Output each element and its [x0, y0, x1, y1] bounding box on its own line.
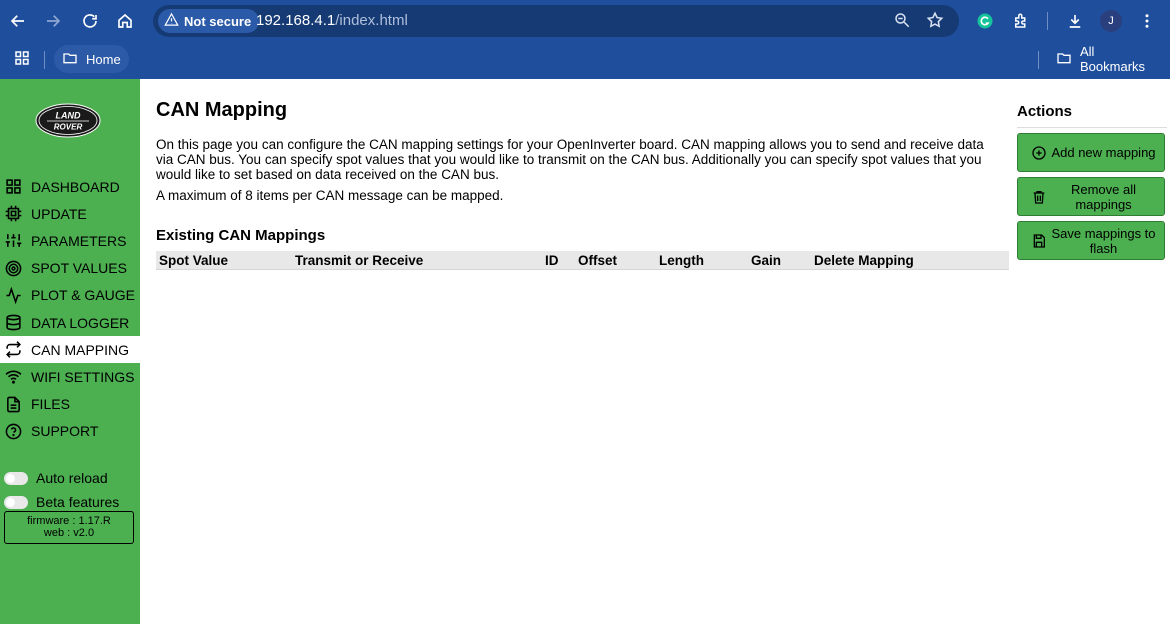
home-button[interactable] — [110, 6, 140, 36]
chip-icon — [5, 205, 22, 222]
bookmarks-divider — [44, 51, 45, 69]
save-mappings-button[interactable]: Save mappings to flash — [1017, 221, 1165, 260]
save-icon — [1031, 233, 1047, 249]
land-rover-logo: LAND ROVER — [35, 103, 101, 138]
remove-all-mappings-button[interactable]: Remove all mappings — [1017, 177, 1165, 216]
sidebar-item-label: SPOT VALUES — [31, 260, 127, 277]
sidebar-item-dashboard[interactable]: DASHBOARD — [0, 173, 140, 200]
apps-icon[interactable] — [7, 43, 37, 73]
sidebar-item-spot-values[interactable]: SPOT VALUES — [0, 255, 140, 282]
activity-icon — [5, 286, 22, 304]
sidebar-item-label: DASHBOARD — [31, 178, 120, 195]
column-length: Length — [659, 253, 704, 268]
column-id: ID — [545, 253, 559, 268]
beta-features-toggle-row[interactable]: Beta features — [4, 494, 119, 510]
bookmarks-divider-right — [1038, 51, 1039, 69]
target-icon — [5, 260, 22, 277]
profile-avatar[interactable]: J — [1100, 10, 1122, 32]
sidebar-item-plot-gauge[interactable]: PLOT & GAUGE — [0, 282, 140, 309]
file-icon — [5, 396, 22, 413]
repeat-icon — [5, 341, 22, 359]
extensions-icon[interactable] — [1006, 6, 1036, 36]
column-offset: Offset — [578, 253, 618, 268]
security-chip[interactable]: Not secure — [158, 9, 260, 33]
dashboard-icon — [5, 178, 22, 195]
auto-reload-toggle-row[interactable]: Auto reload — [4, 470, 108, 486]
actions-divider — [1017, 127, 1167, 128]
plus-circle-icon — [1031, 145, 1047, 161]
add-mapping-label: Add new mapping — [1051, 145, 1156, 160]
firmware-version: firmware : 1.17.R — [27, 515, 111, 527]
sidebar-item-label: PARAMETERS — [31, 232, 127, 249]
database-icon — [5, 314, 22, 331]
column-delete-mapping: Delete Mapping — [814, 253, 914, 268]
main-content: CAN Mapping On this page you can configu… — [156, 79, 1009, 624]
column-spot-value: Spot Value — [159, 253, 229, 268]
reload-button[interactable] — [75, 6, 105, 36]
toolbar-divider — [1047, 12, 1048, 30]
grammarly-icon[interactable] — [970, 6, 1000, 36]
url-host: 192.168.4.1 — [256, 12, 336, 29]
sidebar-item-parameters[interactable]: PARAMETERS — [0, 227, 140, 254]
all-bookmarks-label: All Bookmarks — [1080, 44, 1146, 74]
column-gain: Gain — [751, 253, 782, 268]
auto-reload-toggle[interactable] — [4, 471, 28, 485]
browser-toolbar: Not secure 192.168.4.1/index.html J — [0, 0, 1170, 42]
remove-all-label: Remove all mappings — [1070, 181, 1137, 212]
version-info: firmware : 1.17.R web : v2.0 — [4, 511, 134, 544]
bookmark-home-label: Home — [86, 51, 121, 67]
sidebar-item-data-logger[interactable]: DATA LOGGER — [0, 309, 140, 336]
forward-button[interactable] — [38, 6, 68, 36]
back-button[interactable] — [3, 6, 33, 36]
star-icon[interactable] — [926, 11, 946, 31]
sidebar-item-label: DATA LOGGER — [31, 314, 130, 331]
sidebar-item-label: WIFI SETTINGS — [31, 368, 135, 385]
sidebar-item-files[interactable]: FILES — [0, 391, 140, 418]
folder-icon — [62, 50, 78, 69]
sidebar-item-wifi-settings[interactable]: WIFI SETTINGS — [0, 363, 140, 390]
beta-features-label: Beta features — [36, 494, 120, 510]
wifi-icon — [5, 368, 22, 385]
menu-icon[interactable] — [1132, 6, 1162, 36]
page-title: CAN Mapping — [156, 99, 288, 121]
sidebar: LAND ROVER DASHBOARD UPDATE PARAMETERS S… — [0, 79, 140, 624]
sidebar-nav: DASHBOARD UPDATE PARAMETERS SPOT VALUES … — [0, 173, 140, 445]
bookmark-home[interactable]: Home — [54, 45, 129, 73]
sidebar-item-label: PLOT & GAUGE — [31, 287, 135, 304]
auto-reload-label: Auto reload — [36, 470, 108, 486]
help-icon — [5, 423, 22, 440]
limit-note: A maximum of 8 items per CAN message can… — [156, 188, 504, 203]
sidebar-item-update[interactable]: UPDATE — [0, 200, 140, 227]
sidebar-item-can-mapping[interactable]: CAN MAPPING — [0, 336, 140, 364]
actions-title: Actions — [1017, 103, 1073, 120]
address-bar[interactable]: Not secure 192.168.4.1/index.html — [153, 5, 959, 37]
logo-line2: ROVER — [54, 123, 83, 132]
column-transmit-receive: Transmit or Receive — [295, 253, 424, 268]
sidebar-item-label: UPDATE — [31, 205, 87, 222]
sliders-icon — [5, 232, 22, 249]
url-path: /index.html — [335, 12, 408, 29]
folder-icon — [1056, 50, 1072, 69]
web-version: web : v2.0 — [43, 527, 95, 539]
bookmarks-bar: Home All Bookmarks — [0, 42, 1170, 79]
existing-mappings-title: Existing CAN Mappings — [156, 227, 326, 244]
sidebar-item-label: FILES — [31, 396, 70, 413]
browser-chrome: Not secure 192.168.4.1/index.html J Home… — [0, 0, 1170, 79]
intro-text: On this page you can configure the CAN m… — [156, 137, 984, 182]
logo-line1: LAND — [56, 111, 81, 121]
sidebar-item-label: CAN MAPPING — [31, 341, 130, 358]
beta-features-toggle[interactable] — [4, 495, 28, 509]
security-label: Not secure — [184, 13, 252, 29]
sidebar-item-label: SUPPORT — [31, 423, 99, 440]
zoom-icon[interactable] — [893, 11, 913, 31]
sidebar-item-support[interactable]: SUPPORT — [0, 418, 140, 445]
download-icon[interactable] — [1060, 6, 1090, 36]
mappings-table-header: Spot Value Transmit or Receive ID Offset… — [156, 251, 1009, 270]
add-mapping-button[interactable]: Add new mapping — [1017, 133, 1165, 172]
all-bookmarks[interactable]: All Bookmarks — [1048, 44, 1170, 74]
save-mappings-label: Save mappings to flash — [1051, 225, 1156, 256]
warning-icon — [164, 12, 179, 30]
trash-icon — [1031, 189, 1047, 205]
url-text[interactable]: 192.168.4.1/index.html — [256, 12, 408, 29]
